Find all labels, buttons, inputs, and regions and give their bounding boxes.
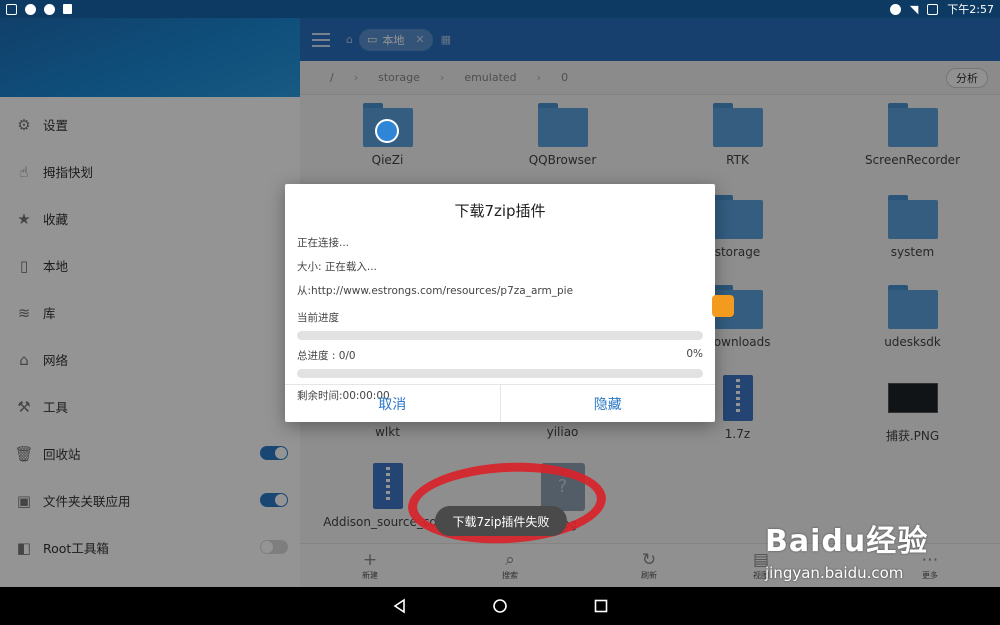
source-url: 从:http://www.estrongs.com/resources/p7za… <box>297 285 574 297</box>
screen: ◥ 下午2:57 ⚙ 设置 ☝ 拇指快划 ★ 收藏 ▯ 本地 ≋ 库 ⌂ 网络 ⚒ 工具 🗑 回收站 ▣ 文件夹关… <box>0 0 1000 625</box>
status-bar: ◥ 下午2:57 <box>0 0 1000 18</box>
watermark-brand: Baidu经验 <box>765 524 929 559</box>
app-badge-icon <box>375 119 399 143</box>
watermark-url: jingyan.baidu.com <box>765 564 904 582</box>
clock: 下午2:57 <box>947 3 994 16</box>
alarm-icon <box>889 3 901 15</box>
baidu-watermark: Baidu经验 jingyan.baidu.com <box>765 516 985 606</box>
image-icon <box>6 3 17 15</box>
sync-icon <box>44 3 55 15</box>
home-button-icon[interactable] <box>492 598 508 614</box>
dialog-title: 下载7zip插件 <box>454 202 546 220</box>
current-progress-bar <box>297 331 703 340</box>
download-dialog: 下载7zip插件 正在连接... 大小: 正在载入... 从:http://ww… <box>285 184 715 422</box>
total-percent: 0% <box>686 348 703 360</box>
hide-button[interactable]: 隐藏 <box>499 385 716 422</box>
cancel-button[interactable]: 取消 <box>285 385 500 422</box>
app-badge-icon <box>712 295 734 317</box>
total-progress-label: 总进度 : 0/0 <box>297 350 356 362</box>
error-toast: 下载7zip插件失败 <box>435 506 567 536</box>
lock-icon <box>63 4 72 14</box>
current-progress-label: 当前进度 <box>297 312 339 324</box>
battery-icon <box>927 3 939 15</box>
wifi-icon: ◥ <box>909 2 919 16</box>
total-progress-bar <box>297 369 703 378</box>
back-icon[interactable] <box>392 598 408 614</box>
recents-icon[interactable] <box>593 598 609 614</box>
file-size: 大小: 正在载入... <box>297 261 377 273</box>
connection-status: 正在连接... <box>297 237 350 249</box>
notification-dot-icon <box>25 3 36 15</box>
